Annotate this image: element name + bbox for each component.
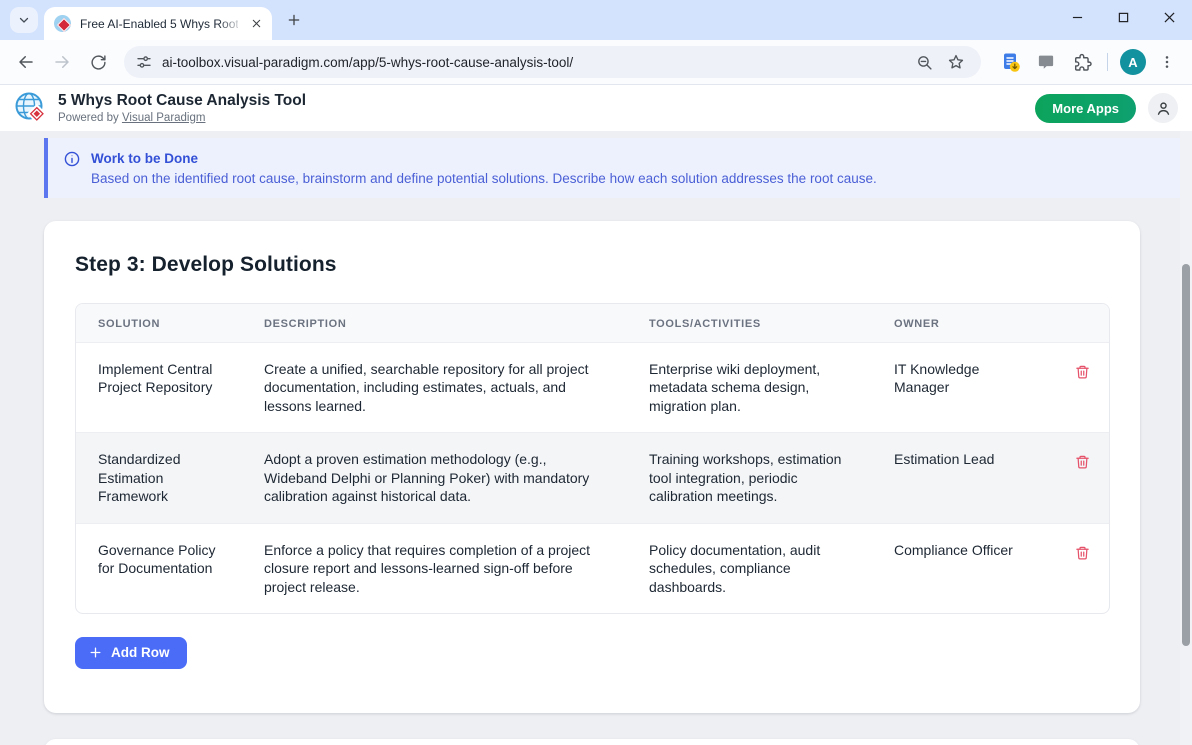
browser-tab[interactable]: Free AI-Enabled 5 Whys Root Cause Analys… [44,7,272,40]
maximize-button[interactable] [1100,0,1146,34]
window-controls [1054,0,1192,34]
table-row: Governance Policy for Documentation Enfo… [76,523,1110,613]
forward-arrow-icon [53,53,71,71]
col-actions [1051,304,1110,342]
solutions-card: Step 3: Develop Solutions SOLUTION DESCR… [44,221,1140,713]
more-apps-button[interactable]: More Apps [1035,94,1136,123]
profile-avatar[interactable]: A [1120,49,1146,75]
delete-row-button[interactable] [1073,362,1092,382]
page-title: Step 3: Develop Solutions [75,253,1110,277]
back-arrow-icon [17,53,35,71]
delete-row-button[interactable] [1073,452,1092,472]
tab-title-fade [218,7,244,40]
info-circle-icon [64,151,80,167]
reload-icon [90,54,107,71]
extensions-puzzle-icon[interactable] [1067,47,1097,77]
visual-paradigm-link[interactable]: Visual Paradigm [122,112,206,124]
banner-description: Based on the identified root cause, brai… [91,169,877,189]
trash-icon [1075,364,1090,380]
new-tab-button[interactable] [280,6,308,34]
menu-dots-icon[interactable] [1152,47,1182,77]
chevron-down-icon [18,14,30,26]
plus-icon [287,13,301,27]
cell-description[interactable]: Adopt a proven estimation methodology (e… [242,432,627,522]
app-header: 5 Whys Root Cause Analysis Tool Powered … [0,85,1192,131]
tab-strip: Free AI-Enabled 5 Whys Root Cause Analys… [0,0,1192,40]
cell-description[interactable]: Create a unified, searchable repository … [242,342,627,432]
cell-description[interactable]: Enforce a policy that requires completio… [242,523,627,613]
tune-icon[interactable] [136,54,152,70]
col-description: DESCRIPTION [242,304,627,342]
table-header-row: SOLUTION DESCRIPTION TOOLS/ACTIVITIES OW… [76,304,1110,342]
toolbar-divider [1107,53,1108,71]
url-text[interactable]: ai-toolbox.visual-paradigm.com/app/5-why… [162,55,905,70]
plus-icon [89,646,102,659]
add-row-button[interactable]: Add Row [75,637,187,669]
col-solution: SOLUTION [76,304,242,342]
table-row: Standardized Estimation Framework Adopt … [76,432,1110,522]
solutions-table: SOLUTION DESCRIPTION TOOLS/ACTIVITIES OW… [75,303,1110,614]
cell-owner[interactable]: Estimation Lead [872,432,1051,522]
table-row: Implement Central Project Repository Cre… [76,342,1110,432]
delete-row-button[interactable] [1073,543,1092,563]
tab-search-button[interactable] [10,7,38,33]
trash-icon [1075,545,1090,561]
col-owner: OWNER [872,304,1051,342]
person-icon [1155,100,1172,117]
browser-toolbar: ai-toolbox.visual-paradigm.com/app/5-why… [0,40,1192,85]
app-title: 5 Whys Root Cause Analysis Tool [58,92,306,111]
back-button[interactable] [10,46,42,78]
cell-owner[interactable]: Compliance Officer [872,523,1051,613]
scrollbar[interactable] [1180,131,1192,745]
scrollbar-thumb[interactable] [1182,264,1190,646]
reload-button[interactable] [82,46,114,78]
close-window-button[interactable] [1146,0,1192,34]
banner-title: Work to be Done [91,149,877,169]
tab-close-icon[interactable] [248,15,265,32]
banner-text: Work to be Done Based on the identified … [91,149,877,198]
cell-solution[interactable]: Governance Policy for Documentation [76,523,242,613]
next-section-card [44,739,1140,745]
cell-tools[interactable]: Enterprise wiki deployment, metadata sch… [627,342,872,432]
bookmark-star-icon[interactable] [943,49,969,75]
app-titles: 5 Whys Root Cause Analysis Tool Powered … [58,92,306,124]
col-tools-activities: TOOLS/ACTIVITIES [627,304,872,342]
zoom-out-icon[interactable] [911,49,937,75]
minimize-button[interactable] [1054,0,1100,34]
forward-button[interactable] [46,46,78,78]
browser-window: Free AI-Enabled 5 Whys Root Cause Analys… [0,0,1192,745]
vp-favicon-icon [54,15,71,32]
tab-title: Free AI-Enabled 5 Whys Root Cause Analys… [80,17,238,31]
address-bar[interactable]: ai-toolbox.visual-paradigm.com/app/5-why… [124,46,981,78]
powered-by: Powered by Visual Paradigm [58,112,306,124]
trash-icon [1075,454,1090,470]
cell-tools[interactable]: Policy documentation, audit schedules, c… [627,523,872,613]
vp-globe-logo-icon [14,91,48,125]
cell-solution[interactable]: Standardized Estimation Framework [76,432,242,522]
add-row-label: Add Row [111,645,170,660]
info-banner: Work to be Done Based on the identified … [44,138,1180,198]
cell-owner[interactable]: IT Knowledge Manager [872,342,1051,432]
cell-tools[interactable]: Training workshops, estimation tool inte… [627,432,872,522]
cell-solution[interactable]: Implement Central Project Repository [76,342,242,432]
page-content: Work to be Done Based on the identified … [0,131,1192,745]
comment-bubble-icon[interactable] [1031,47,1061,77]
user-account-button[interactable] [1148,93,1178,123]
docs-download-extension-icon[interactable] [995,47,1025,77]
